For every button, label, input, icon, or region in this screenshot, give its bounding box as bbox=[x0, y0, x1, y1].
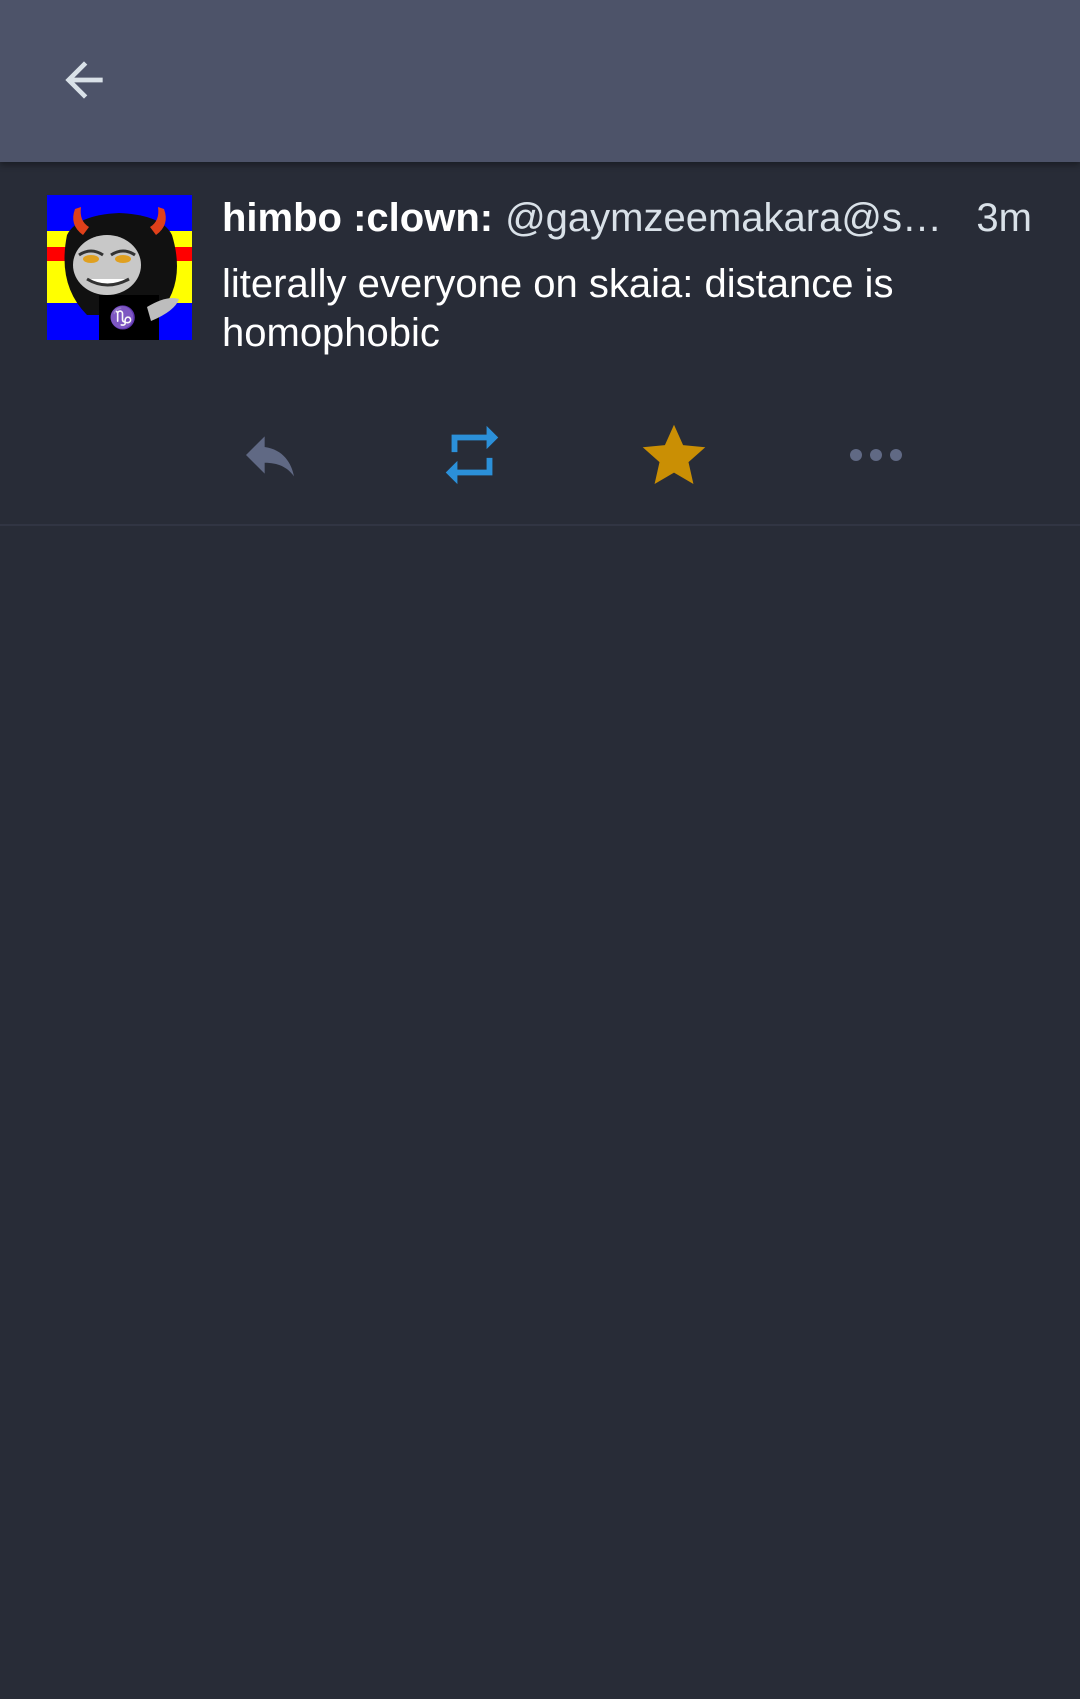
account-handle[interactable]: @gaymzeemakara@sk… bbox=[505, 196, 958, 241]
back-button[interactable] bbox=[44, 40, 124, 120]
more-button[interactable] bbox=[826, 410, 926, 500]
display-name[interactable]: himbo :clown: bbox=[222, 196, 493, 241]
boost-button[interactable] bbox=[422, 410, 522, 500]
reply-button[interactable] bbox=[220, 410, 320, 500]
favourite-button[interactable] bbox=[624, 410, 724, 500]
status-content: literally everyone on skaia: distance is… bbox=[222, 262, 894, 355]
svg-text:♑: ♑ bbox=[109, 305, 136, 331]
star-icon bbox=[642, 424, 706, 484]
boost-icon bbox=[445, 425, 499, 485]
timestamp[interactable]: 3m bbox=[976, 196, 1032, 241]
toolbar bbox=[0, 0, 1080, 162]
avatar[interactable]: ♑ bbox=[47, 195, 192, 340]
more-icon bbox=[850, 449, 902, 461]
arrow-left-icon bbox=[65, 61, 103, 99]
avatar-image: ♑ bbox=[47, 195, 192, 340]
status-header: himbo :clown: @gaymzeemakara@sk… 3m bbox=[222, 190, 1032, 246]
app-root: ♑ himbo :clown: @gaymzeemakara@sk… 3m li… bbox=[0, 0, 1080, 1699]
reply-icon bbox=[246, 436, 294, 477]
action-bar bbox=[0, 410, 1080, 500]
